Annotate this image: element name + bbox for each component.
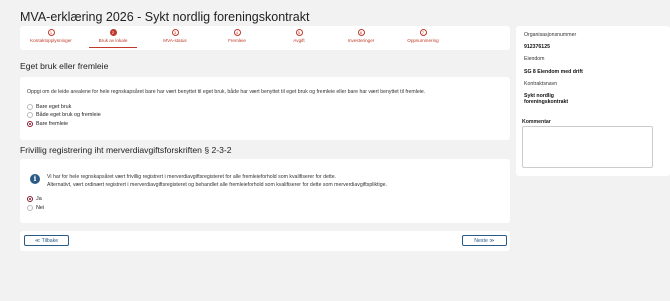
org-number-value: 912376125 (524, 44, 550, 50)
radio-own-use-and-sublease[interactable]: Både eget bruk og fremleie (27, 112, 101, 118)
step-contact-info[interactable]: 1 Kontaktopplysninger (20, 29, 82, 43)
step-number: 5 (295, 29, 303, 36)
step-label: Bruk av lokale (98, 38, 128, 43)
property-label: Eiendom (524, 56, 545, 62)
radio-yes[interactable]: Ja (27, 196, 42, 202)
registration-info-line1: Vi har for hele regnskapsåret vært frivi… (47, 174, 337, 180)
info-icon: i (30, 174, 40, 184)
wizard-navigation: ≪ Tilbake Neste ≫ (20, 231, 510, 251)
radio-label: Bare fremleie (36, 121, 69, 127)
step-number: 4 (233, 29, 241, 36)
step-label: MVA-status (163, 38, 187, 43)
step-label: Avgift (293, 38, 305, 43)
step-label: Investeringer (347, 38, 375, 43)
step-premises-use[interactable]: 2 Bruk av lokale (82, 29, 144, 48)
radio-circle[interactable] (27, 205, 33, 211)
comment-label: Kommentar (522, 119, 551, 125)
registration-info-line2: Alternativt, vært ordinært registrert i … (47, 182, 387, 188)
usage-question: Oppgi om de leide arealene for hele regn… (27, 89, 426, 95)
registration-section-title: Frivillig registrering iht merverdiavgif… (20, 145, 232, 155)
radio-circle[interactable] (27, 196, 33, 202)
step-summary[interactable]: 7 Oppsummering (392, 29, 454, 43)
step-number: 7 (419, 29, 427, 36)
next-button[interactable]: Neste ≫ (462, 235, 507, 246)
radio-circle[interactable] (27, 112, 33, 118)
step-vat-status[interactable]: 3 MVA-status (144, 29, 206, 43)
step-sublease[interactable]: 4 Fremleie (206, 29, 268, 43)
radio-label: Nei (36, 205, 45, 211)
radio-circle[interactable] (27, 121, 33, 127)
step-fee[interactable]: 5 Avgift (268, 29, 330, 43)
step-investments[interactable]: 6 Investeringer (330, 29, 392, 43)
step-label: Fremleie (228, 38, 246, 43)
back-button[interactable]: ≪ Tilbake (24, 235, 69, 246)
radio-no[interactable]: Nei (27, 205, 44, 211)
step-label: Oppsummering (407, 38, 439, 43)
radio-label: Ja (36, 196, 42, 202)
step-number: 1 (47, 29, 55, 36)
step-number: 3 (171, 29, 179, 36)
comment-textarea[interactable] (522, 126, 653, 168)
radio-sublease-only[interactable]: Bare fremleie (27, 121, 68, 127)
contract-name-value: Sykt nordlig foreningskontrakt (524, 93, 569, 105)
stepper: 1 Kontaktopplysninger 2 Bruk av lokale 3… (20, 26, 510, 50)
step-number: 2 (109, 29, 117, 36)
radio-circle[interactable] (27, 104, 33, 110)
step-number: 6 (357, 29, 365, 36)
usage-card: Oppgi om de leide arealene for hele regn… (20, 77, 510, 140)
registration-card: i Vi har for hele regnskapsåret vært fri… (20, 159, 510, 223)
radio-label: Både eget bruk og fremleie (36, 112, 101, 118)
org-number-label: Organisasjonsnummer (524, 32, 577, 38)
property-value: SG 8 Eiendom med drift (524, 69, 583, 75)
usage-section-title: Eget bruk eller fremleie (20, 61, 109, 71)
radio-label: Bare eget bruk (36, 104, 72, 110)
page-title: MVA-erklæring 2026 - Sykt nordlig foreni… (20, 10, 310, 24)
contract-info-panel: Organisasjonsnummer 912376125 Eiendom SG… (516, 26, 670, 176)
step-label: Kontaktopplysninger (30, 38, 72, 43)
radio-own-use[interactable]: Bare eget bruk (27, 104, 71, 110)
contract-name-label: Kontraktsnavn (524, 81, 558, 87)
